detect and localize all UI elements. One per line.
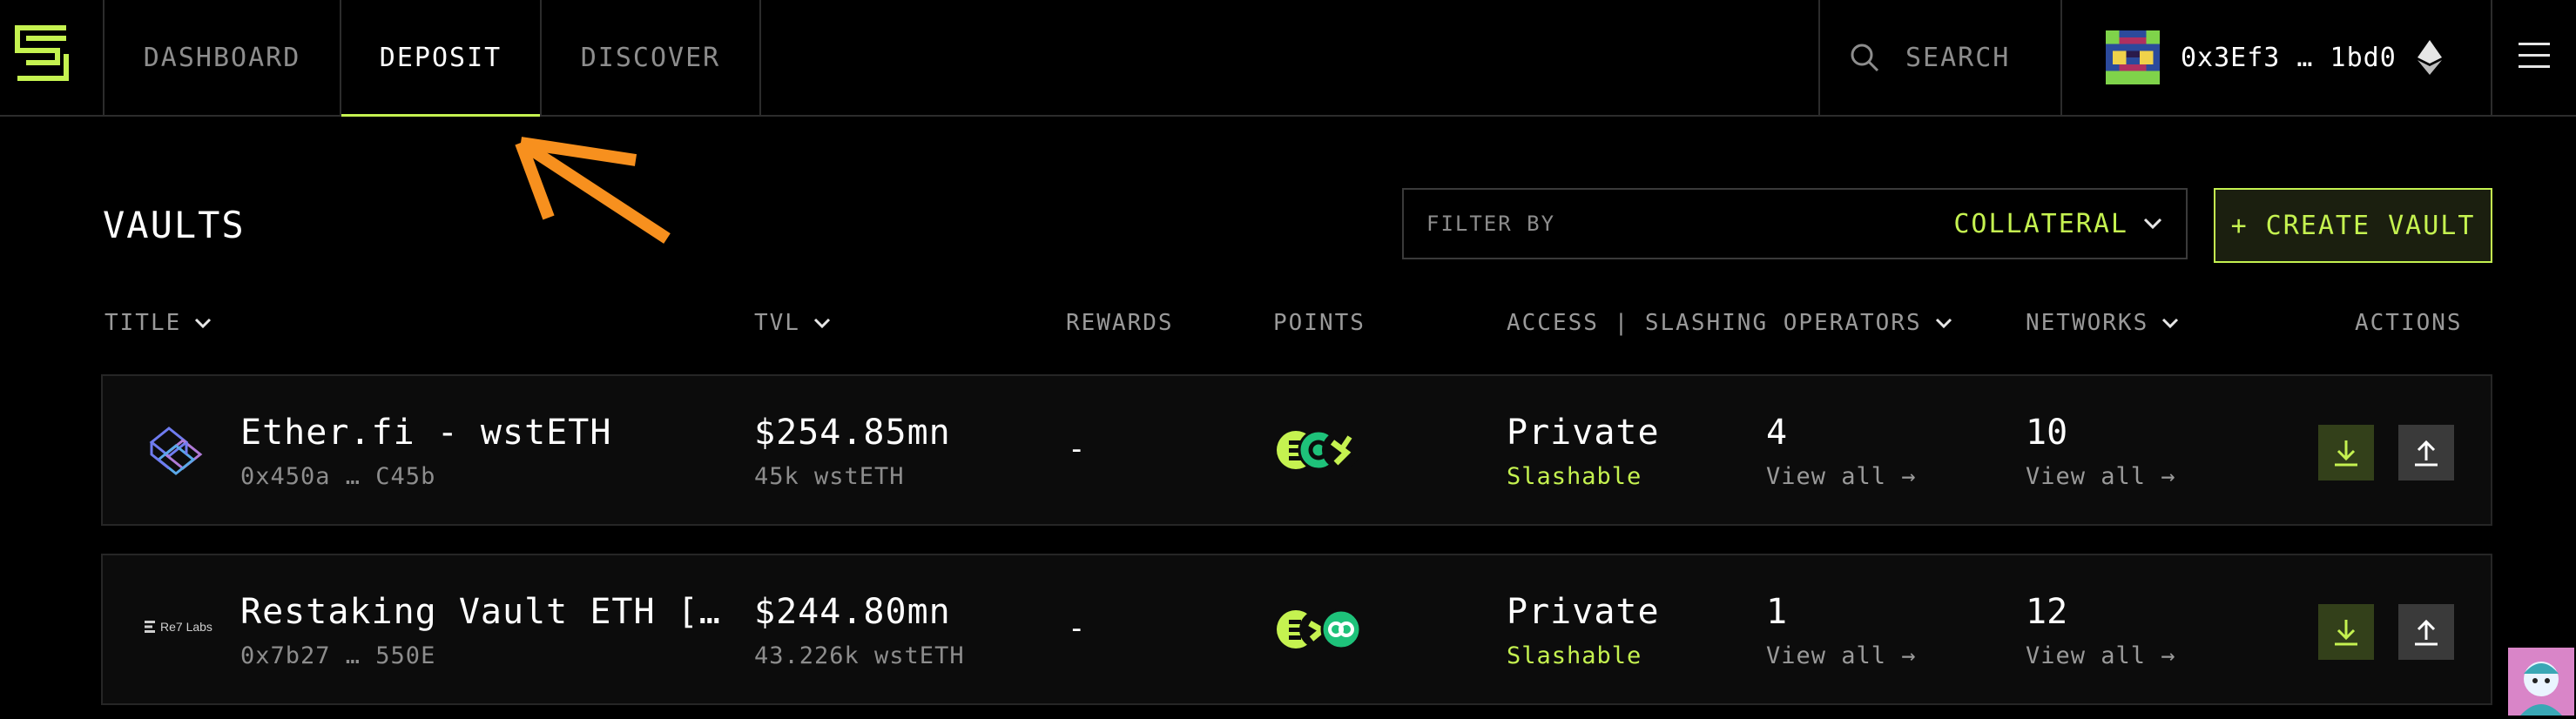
upload-icon	[2415, 440, 2438, 467]
etherfi-vault-icon	[149, 427, 203, 475]
wallet-avatar	[2106, 30, 2160, 84]
divider	[2060, 0, 2062, 117]
column-header-label: TITLE	[105, 310, 182, 336]
search-button[interactable]: SEARCH	[1850, 0, 2010, 115]
networks-view-all-link[interactable]: View all →	[2026, 642, 2176, 669]
withdraw-button[interactable]	[2398, 425, 2454, 480]
support-chat-avatar[interactable]	[2508, 648, 2574, 716]
column-header-tvl[interactable]: TVL	[754, 310, 832, 336]
chevron-down-icon	[2143, 218, 2162, 230]
vault-tvl: $244.80mn	[754, 592, 951, 632]
page-title: VAULTS	[103, 204, 246, 246]
symbiotic-points-icon	[1320, 608, 1362, 650]
deposit-button[interactable]	[2318, 604, 2374, 660]
re7-labs-logo: Re7 Labs	[145, 620, 212, 634]
ethereum-icon	[2417, 40, 2442, 75]
re7-logo-icon	[145, 621, 155, 633]
column-header-label: TVL	[754, 310, 800, 336]
filter-dropdown[interactable]: FILTER BY COLLATERAL	[1402, 188, 2188, 259]
search-icon	[1851, 44, 1879, 72]
filter-label: FILTER BY	[1426, 212, 1556, 236]
withdraw-button[interactable]	[2398, 604, 2454, 660]
divider	[1818, 0, 1820, 117]
column-header-points: POINTS	[1273, 310, 1366, 336]
wallet-address: 0x3Ef3 … 1bd0	[2181, 42, 2397, 73]
chevron-down-icon	[1935, 318, 1952, 329]
vault-tvl-collateral: 43.226k wstETH	[754, 642, 965, 669]
deposit-button[interactable]	[2318, 425, 2374, 480]
vault-name[interactable]: Ether.fi - wstETH	[240, 413, 611, 453]
vault-name[interactable]: Restaking Vault ETH […	[240, 592, 721, 632]
column-header-label: REWARDS	[1066, 310, 1174, 336]
vault-address[interactable]: 0x450a … C45b	[240, 463, 435, 490]
re7-logo-text: Re7 Labs	[160, 620, 212, 634]
column-header-label: NETWORKS	[2026, 310, 2149, 336]
tab-deposit[interactable]: DEPOSIT	[341, 0, 540, 117]
chevron-down-icon	[2162, 318, 2179, 329]
create-vault-button[interactable]: + CREATE VAULT	[2214, 188, 2492, 263]
vault-access: Private	[1507, 592, 1660, 632]
chevron-down-icon	[813, 318, 831, 329]
download-icon	[2335, 620, 2357, 646]
vault-tvl-collateral: 45k wstETH	[754, 463, 905, 490]
divider	[2491, 0, 2492, 117]
column-header-label: POINTS	[1273, 310, 1366, 336]
symbiotic-logo-icon[interactable]	[14, 24, 70, 82]
column-header-title[interactable]: TITLE	[105, 310, 212, 336]
column-header-rewards: REWARDS	[1066, 310, 1174, 336]
vault-rewards: -	[1068, 432, 1086, 467]
vault-address[interactable]: 0x7b27 … 550E	[240, 642, 435, 669]
top-navigation-bar: DASHBOARD DEPOSIT DISCOVER SEARCH 0x3Ef3…	[0, 0, 2576, 117]
wallet-button[interactable]: 0x3Ef3 … 1bd0	[2106, 0, 2442, 115]
chevron-down-icon	[195, 318, 212, 329]
filter-selected-value: COLLATERAL	[1953, 208, 2128, 239]
vault-rewards: -	[1068, 611, 1086, 646]
tab-discover[interactable]: DISCOVER	[542, 0, 759, 115]
download-icon	[2335, 440, 2357, 467]
vault-row[interactable]: Re7 Labs Restaking Vault ETH [… 0x7b27 ……	[101, 554, 2492, 705]
column-header-access[interactable]: ACCESS | SLASHING OPERATORS	[1507, 310, 1953, 336]
operators-count: 1	[1766, 592, 1788, 632]
networks-count: 12	[2026, 592, 2068, 632]
networks-count: 10	[2026, 413, 2068, 453]
slashable-badge: Slashable	[1507, 463, 1642, 490]
networks-view-all-link[interactable]: View all →	[2026, 463, 2176, 490]
column-header-label: ACCESS | SLASHING OPERATORS	[1507, 310, 1922, 336]
column-header-networks[interactable]: NETWORKS	[2026, 310, 2180, 336]
tab-dashboard[interactable]: DASHBOARD	[105, 0, 340, 115]
vault-tvl: $254.85mn	[754, 413, 951, 453]
points-icons[interactable]	[1271, 425, 1367, 475]
search-label: SEARCH	[1905, 42, 2011, 73]
vault-access: Private	[1507, 413, 1660, 453]
annotation-arrow-icon	[515, 137, 671, 244]
column-header-actions: ACTIONS	[2355, 310, 2463, 336]
operators-view-all-link[interactable]: View all →	[1766, 463, 1917, 490]
operators-count: 4	[1766, 413, 1788, 453]
upload-icon	[2415, 619, 2438, 646]
operators-view-all-link[interactable]: View all →	[1766, 642, 1917, 669]
mellow-points-icon	[1322, 431, 1360, 469]
filter-value: COLLATERAL	[1953, 209, 2163, 239]
points-icons[interactable]	[1271, 604, 1367, 655]
slashable-badge: Slashable	[1507, 642, 1642, 669]
vault-row[interactable]: Ether.fi - wstETH 0x450a … C45b $254.85m…	[101, 374, 2492, 526]
hamburger-menu-icon[interactable]	[2517, 40, 2552, 71]
divider	[759, 0, 761, 117]
column-header-label: ACTIONS	[2355, 310, 2463, 336]
